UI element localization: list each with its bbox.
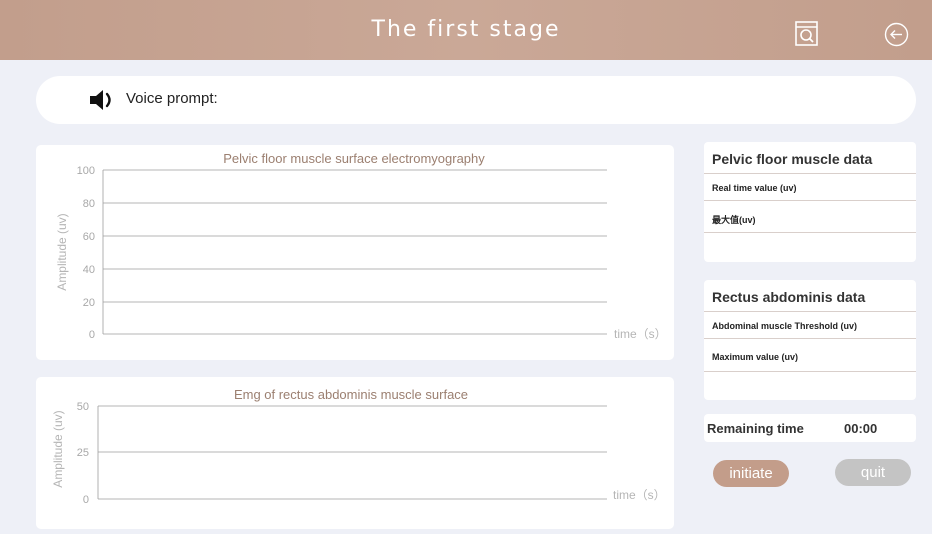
voice-prompt-label: Voice prompt: [126, 90, 218, 107]
quit-button[interactable]: quit [835, 459, 911, 486]
remaining-time-box: Remaining time 00:00 [704, 414, 916, 442]
y-tick-label: 25 [77, 447, 89, 459]
card-title: Rectus abdominis data [712, 289, 866, 305]
x-axis-label: time（s） [614, 327, 667, 341]
y-tick-label: 40 [83, 264, 95, 276]
speaker-icon [90, 90, 111, 110]
chart-title: Pelvic floor muscle surface electromyogr… [223, 151, 485, 166]
y-axis-label: Amplitude (uv) [51, 410, 65, 487]
initiate-button[interactable]: initiate [713, 460, 789, 487]
pelvic-emg-chart-panel: Pelvic floor muscle surface electromyogr… [36, 145, 674, 360]
rectus-emg-chart-panel: Emg of rectus abdominis muscle surface 5… [36, 377, 674, 529]
x-axis-label: time（s） [613, 488, 666, 502]
header-bar: The first stage [0, 0, 932, 60]
y-tick-label: 0 [89, 329, 95, 341]
y-tick-label: 50 [77, 401, 89, 413]
divider [704, 338, 916, 339]
divider [704, 311, 916, 312]
pelvic-floor-data-card: Pelvic floor muscle data Real time value… [704, 142, 916, 262]
y-tick-label: 60 [83, 231, 95, 243]
divider [704, 232, 916, 233]
chart-title: Emg of rectus abdominis muscle surface [234, 387, 468, 402]
maximum-value-label: Maximum value (uv) [712, 352, 799, 362]
report-search-icon[interactable] [794, 21, 819, 46]
threshold-label: Abdominal muscle Threshold (uv) [712, 321, 858, 331]
pelvic-emg-chart: Pelvic floor muscle surface electromyogr… [55, 151, 667, 341]
remaining-time-label: Remaining time [707, 421, 804, 436]
divider [704, 200, 916, 201]
remaining-time-value: 00:00 [844, 421, 878, 436]
y-tick-label: 80 [83, 198, 95, 210]
back-arrow-icon[interactable] [884, 22, 909, 47]
rectus-abdominis-data-card: Rectus abdominis data Abdominal muscle T… [704, 280, 916, 400]
voice-prompt-bar: Voice prompt: [36, 76, 916, 124]
y-tick-label: 100 [77, 165, 95, 177]
card-title: Pelvic floor muscle data [712, 151, 873, 167]
rectus-emg-chart: Emg of rectus abdominis muscle surface 5… [51, 387, 666, 506]
y-axis-label: Amplitude (uv) [55, 213, 69, 290]
real-time-value-label: Real time value (uv) [712, 183, 797, 193]
max-value-label: 最大值(uv) [712, 215, 756, 225]
y-tick-label: 0 [83, 494, 89, 506]
divider [704, 371, 916, 372]
y-tick-label: 20 [83, 297, 95, 309]
page-title: The first stage [371, 17, 561, 42]
divider [704, 173, 916, 174]
